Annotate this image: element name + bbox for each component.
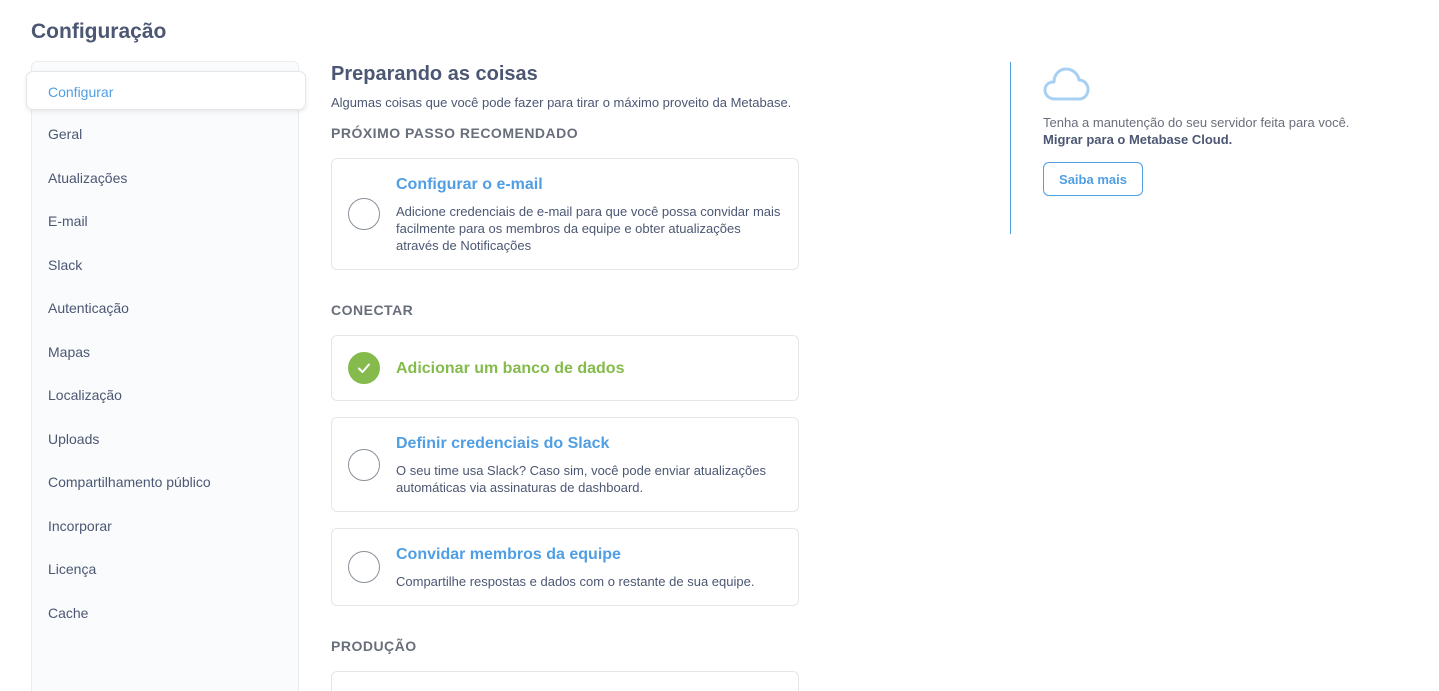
promo-divider <box>1010 62 1011 234</box>
settings-sidebar: Configurar Geral Atualizações E-mail Sla… <box>26 61 306 691</box>
task-card-invite[interactable]: Convidar membros da equipe Compartilhe r… <box>331 528 799 606</box>
task-description: Adicione credenciais de e-mail para que … <box>396 204 781 253</box>
task-status-circle <box>348 449 380 481</box>
sidebar-item-uploads[interactable]: Uploads <box>48 431 99 447</box>
sidebar-item-mapas[interactable]: Mapas <box>48 344 90 360</box>
task-card-database[interactable]: Adicionar um banco de dados <box>331 335 799 401</box>
task-title[interactable]: Adicionar um banco de dados <box>396 360 624 378</box>
sidebar-item-localizacao[interactable]: Localização <box>48 387 122 403</box>
sidebar-item-geral[interactable]: Geral <box>48 126 82 142</box>
check-icon <box>348 352 380 384</box>
sidebar-item-atualizacoes[interactable]: Atualizações <box>48 170 127 186</box>
sidebar-item-email[interactable]: E-mail <box>48 213 88 229</box>
promo-line-1: Tenha a manutenção do seu servidor feita… <box>1043 115 1350 130</box>
main-title: Preparando as coisas <box>331 63 538 85</box>
task-title[interactable]: Convidar membros da equipe <box>396 546 621 564</box>
promo-line-2: Migrar para o Metabase Cloud. <box>1043 132 1233 147</box>
page-title: Configuração <box>31 20 167 43</box>
sidebar-item-incorporar[interactable]: Incorporar <box>48 518 112 534</box>
main-subtitle: Algumas coisas que você pode fazer para … <box>331 95 792 110</box>
section-connect: CONECTAR <box>331 302 414 318</box>
task-status-circle <box>348 551 380 583</box>
task-status-circle <box>348 198 380 230</box>
task-title[interactable]: Configurar o e-mail <box>396 176 543 194</box>
task-description: Compartilhe respostas e dados com o rest… <box>396 574 755 589</box>
sidebar-item-configurar[interactable]: Configurar <box>26 71 306 110</box>
sidebar-item-licenca[interactable]: Licença <box>48 561 96 577</box>
sidebar-item-slack[interactable]: Slack <box>48 257 82 273</box>
learn-more-button[interactable]: Saiba mais <box>1043 162 1143 196</box>
task-description: O seu time usa Slack? Caso sim, você pod… <box>396 463 766 495</box>
sidebar-item-autenticacao[interactable]: Autenticação <box>48 300 129 316</box>
sidebar-item-compartilhamento-publico[interactable]: Compartilhamento público <box>48 474 211 490</box>
task-card-slack[interactable]: Definir credenciais do Slack O seu time … <box>331 417 799 512</box>
promo-text: Tenha a manutenção do seu servidor feita… <box>1043 114 1349 148</box>
cloud-icon <box>1043 66 1091 107</box>
task-title[interactable]: Definir credenciais do Slack <box>396 435 609 453</box>
section-production: PRODUÇÃO <box>331 638 417 654</box>
sidebar-item-label: Configurar <box>48 84 114 100</box>
task-card-production[interactable] <box>331 671 799 691</box>
sidebar-item-cache[interactable]: Cache <box>48 605 88 621</box>
section-recommended: PRÓXIMO PASSO RECOMENDADO <box>331 125 579 141</box>
task-card-email[interactable]: Configurar o e-mail Adicione credenciais… <box>331 158 799 270</box>
